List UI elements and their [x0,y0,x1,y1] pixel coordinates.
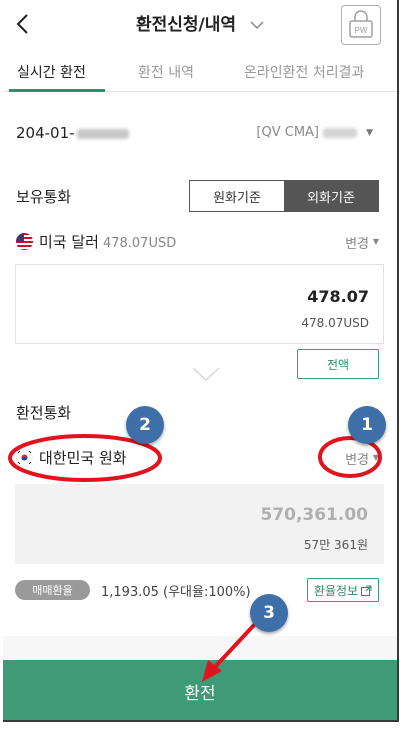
target-currency-name: 대한민국 원화 [39,449,127,467]
exchange-submit-button[interactable]: 환전 [3,660,397,720]
source-currency-change-button[interactable]: 변경 [345,233,369,252]
target-amount-korean: 57만 361원 [303,538,368,552]
full-amount-button[interactable]: 전액 [297,349,379,379]
exchange-rate-value: 1,193.05 (우대율:100%) [101,585,251,600]
target-currency-row: 대한민국 원화 변경 ▼ [3,444,397,472]
chevron-down-icon [250,21,264,30]
foreign-basis-button[interactable]: 외화기준 [284,181,378,211]
source-currency-balance: 478.07USD [102,236,177,251]
source-currency-label: 미국 달러 [39,233,99,251]
holdings-label: 보유통화 [16,188,72,206]
step-badge-1: 1 [348,406,386,444]
rate-info-button[interactable]: 환율정보 [307,578,379,602]
password-lock-icon[interactable]: PW [341,5,381,45]
source-amount-input[interactable]: 478.07 478.07USD [15,264,384,344]
korea-flag-icon [16,449,33,466]
tab-online-exchange-result[interactable]: 온라인환전 처리결과 [244,62,364,82]
masked-account-name [323,127,357,138]
source-currency-row: 미국 달러 478.07USD 변경 ▼ [3,228,397,256]
external-link-icon [361,585,372,596]
step-badge-3: 3 [250,594,288,632]
bottom-divider [3,636,397,660]
caret-down-icon: ▼ [372,237,379,246]
source-amount-unit: 478.07USD [301,316,369,330]
basis-toggle: 원화기준 외화기준 [189,180,379,212]
krw-basis-button[interactable]: 원화기준 [190,181,284,211]
page-title: 환전신청/내역 [136,15,237,35]
exchange-rate-row: 매매환율 1,193.05 (우대율:100%) 환율정보 [3,576,397,604]
source-currency-name: 미국 달러 478.07USD [39,231,176,252]
step-badge-2: 2 [126,406,164,444]
rate-info-label: 환율정보 [313,583,359,598]
target-amount-value: 570,361.00 [260,505,368,525]
target-amount-display: 570,361.00 57만 361원 [15,484,384,564]
pw-label: PW [355,26,368,35]
chevron-down-icon [192,367,220,382]
account-number: 204-01- [16,124,129,142]
masked-account-digits [76,128,129,139]
tab-bar: 실시간 환전 환전 내역 온라인환전 처리결과 [3,52,397,92]
account-type-label: [QV CMA] [256,125,319,140]
active-tab-indicator [9,89,105,92]
account-selector[interactable]: 204-01- [QV CMA] ▼ [3,120,397,150]
app-screen: 환전신청/내역 PW 실시간 환전 환전 내역 온라인환전 처리결과 204-0… [3,0,399,722]
account-number-prefix: 204-01- [16,124,75,142]
source-amount-value: 478.07 [307,287,369,306]
account-type: [QV CMA] [256,125,357,140]
tab-exchange-history[interactable]: 환전 내역 [138,62,194,82]
target-currency-label: 환전통화 [16,404,72,422]
caret-down-icon: ▼ [372,453,379,462]
header: 환전신청/내역 PW [3,0,397,50]
tab-realtime-exchange[interactable]: 실시간 환전 [17,62,86,82]
caret-down-icon: ▼ [366,128,373,138]
rate-type-badge: 매매환율 [15,580,90,600]
us-flag-icon [16,233,33,250]
lock-pw-icon: PW [349,10,373,38]
page-title-dropdown[interactable]: 환전신청/내역 [3,10,397,35]
target-currency-change-button[interactable]: 변경 [345,449,369,468]
